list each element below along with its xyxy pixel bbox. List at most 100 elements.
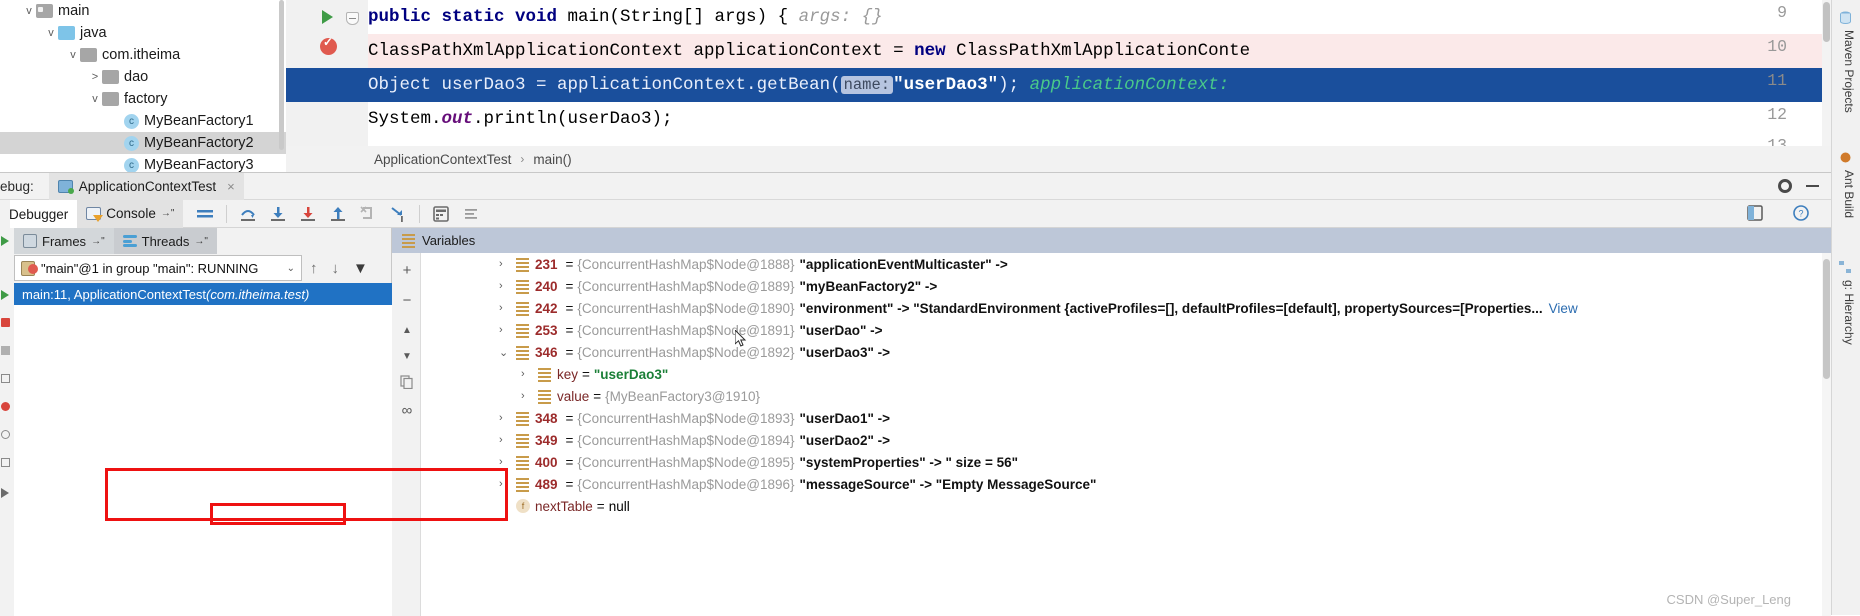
run-configuration-tab[interactable]: ApplicationContextTest × bbox=[48, 172, 244, 200]
variable-row-key[interactable]: › key = "userDao3" bbox=[421, 363, 1831, 385]
tab-maven-projects[interactable]: Maven Projects bbox=[1842, 30, 1856, 113]
tree-item-mybeanfactory1[interactable]: c MyBeanFactory1 bbox=[0, 110, 286, 132]
variable-row-value[interactable]: › value = {MyBeanFactory3@1910} bbox=[421, 385, 1831, 407]
frames-list[interactable] bbox=[14, 305, 392, 616]
tree-item-com-itheima[interactable]: v com.itheima bbox=[0, 44, 286, 66]
chevron-right-icon[interactable]: › bbox=[499, 434, 516, 446]
left-stop-icon[interactable] bbox=[1, 318, 10, 327]
editor-scrollbar[interactable] bbox=[1822, 0, 1831, 146]
arrow-down-icon[interactable]: ↓ bbox=[332, 260, 340, 277]
tab-threads[interactable]: Threads →" bbox=[113, 228, 217, 254]
minimize-icon[interactable] bbox=[1806, 185, 1819, 187]
chevron-down-icon[interactable]: v bbox=[44, 27, 58, 39]
left-resume-icon[interactable] bbox=[1, 290, 9, 300]
code-line-11[interactable]: Object userDao3 = applicationContext.get… bbox=[368, 68, 1229, 102]
project-tree[interactable]: v main v java v com.itheima > dao v fact… bbox=[0, 0, 286, 172]
database-icon[interactable] bbox=[1838, 10, 1853, 25]
evaluate-expression-icon[interactable] bbox=[431, 204, 451, 224]
variable-row-expanded[interactable]: ⌄ 346 = {ConcurrentHashMap$Node@1892} "u… bbox=[421, 341, 1831, 363]
tree-scrollbar[interactable] bbox=[279, 0, 284, 150]
inline-watches-button[interactable]: ∞ bbox=[399, 403, 415, 419]
variables-scrollbar[interactable] bbox=[1822, 253, 1831, 616]
step-out-icon[interactable] bbox=[328, 204, 348, 224]
code-fold-icon[interactable] bbox=[346, 12, 359, 25]
chevron-right-icon[interactable]: > bbox=[88, 71, 102, 83]
variable-row[interactable]: › 348 = {ConcurrentHashMap$Node@1893} "u… bbox=[421, 407, 1831, 429]
force-step-into-icon[interactable] bbox=[298, 204, 318, 224]
move-up-button[interactable]: ▲ bbox=[399, 323, 415, 339]
pin-icon[interactable]: →" bbox=[91, 236, 105, 247]
variable-row[interactable]: › 349 = {ConcurrentHashMap$Node@1894} "u… bbox=[421, 429, 1831, 451]
chevron-down-icon[interactable]: ⌄ bbox=[499, 346, 516, 359]
stack-frame-row[interactable]: main:11, ApplicationContextTest (com.ith… bbox=[14, 283, 392, 305]
tree-item-dao[interactable]: > dao bbox=[0, 66, 286, 88]
close-icon[interactable]: × bbox=[227, 179, 235, 194]
variable-row[interactable]: › 242 = {ConcurrentHashMap$Node@1890} "e… bbox=[421, 297, 1831, 319]
chevron-right-icon[interactable]: › bbox=[499, 324, 516, 336]
code-line-12[interactable]: System.out.println(userDao3); bbox=[368, 102, 673, 136]
move-down-button[interactable]: ▼ bbox=[399, 349, 415, 365]
code-editor[interactable]: 9 10 11 12 13 public static void main(St… bbox=[286, 0, 1831, 146]
breadcrumb-item-method[interactable]: main() bbox=[533, 152, 571, 167]
left-breakpoint-icon[interactable] bbox=[1, 402, 10, 411]
breadcrumb-item-class[interactable]: ApplicationContextTest bbox=[374, 152, 511, 167]
left-frame-icon[interactable] bbox=[1, 374, 10, 383]
run-to-cursor-icon[interactable] bbox=[388, 204, 408, 224]
left-pause-icon[interactable] bbox=[1, 346, 10, 355]
variable-row[interactable]: › 400 = {ConcurrentHashMap$Node@1895} "s… bbox=[421, 451, 1831, 473]
chevron-down-icon[interactable]: ⌄ bbox=[287, 263, 295, 274]
arrow-up-icon[interactable]: ↑ bbox=[310, 260, 318, 277]
tab-debugger[interactable]: Debugger bbox=[0, 199, 78, 228]
add-watch-button[interactable]: + bbox=[399, 263, 415, 279]
tab-console[interactable]: Console →" bbox=[77, 199, 184, 228]
left-mute-icon[interactable] bbox=[1, 430, 10, 439]
variable-row[interactable]: › 240 = {ConcurrentHashMap$Node@1889} "m… bbox=[421, 275, 1831, 297]
code-line-10[interactable]: ClassPathXmlApplicationContext applicati… bbox=[368, 34, 1250, 68]
pin-icon[interactable]: →" bbox=[194, 236, 208, 247]
tab-frames[interactable]: Frames →" bbox=[14, 228, 114, 254]
code-line-9[interactable]: public static void main(String[] args) {… bbox=[368, 0, 883, 34]
thread-selector[interactable]: "main"@1 in group "main": RUNNING ⌄ bbox=[14, 255, 302, 281]
help-icon[interactable]: ? bbox=[1792, 204, 1812, 224]
pin-icon[interactable]: →" bbox=[161, 208, 175, 219]
tab-hierarchy[interactable]: g: Hierarchy bbox=[1842, 280, 1856, 345]
tree-item-mybeanfactory3[interactable]: c MyBeanFactory3 bbox=[0, 154, 286, 172]
chevron-right-icon[interactable]: › bbox=[499, 456, 516, 468]
left-run-icon[interactable] bbox=[1, 236, 9, 246]
variable-row[interactable]: › 231 = {ConcurrentHashMap$Node@1888} "a… bbox=[421, 253, 1831, 275]
tree-item-java[interactable]: v java bbox=[0, 22, 286, 44]
variables-list[interactable]: › 231 = {ConcurrentHashMap$Node@1888} "a… bbox=[421, 253, 1831, 616]
variable-row[interactable]: › 489 = {ConcurrentHashMap$Node@1896} "m… bbox=[421, 473, 1831, 495]
chevron-down-icon[interactable]: v bbox=[66, 49, 80, 61]
chevron-right-icon[interactable]: › bbox=[521, 368, 538, 380]
chevron-right-icon[interactable]: › bbox=[499, 412, 516, 424]
chevron-right-icon[interactable]: › bbox=[499, 478, 516, 490]
chevron-right-icon[interactable]: › bbox=[499, 258, 516, 270]
chevron-down-icon[interactable]: v bbox=[22, 5, 36, 17]
hierarchy-icon[interactable] bbox=[1838, 260, 1853, 275]
mute-breakpoints-icon[interactable] bbox=[195, 204, 215, 224]
gear-icon[interactable] bbox=[1778, 179, 1792, 193]
drop-frame-icon[interactable] bbox=[358, 204, 378, 224]
step-over-icon[interactable] bbox=[238, 204, 258, 224]
chevron-right-icon[interactable]: › bbox=[521, 390, 538, 402]
left-play-icon[interactable] bbox=[1, 488, 9, 498]
remove-watch-button[interactable]: − bbox=[399, 293, 415, 309]
tree-item-mybeanfactory2[interactable]: c MyBeanFactory2 bbox=[0, 132, 286, 154]
step-into-icon[interactable] bbox=[268, 204, 288, 224]
layout-icon[interactable] bbox=[1746, 204, 1766, 224]
variable-row[interactable]: › 253 = {ConcurrentHashMap$Node@1891} "u… bbox=[421, 319, 1831, 341]
chevron-down-icon[interactable]: v bbox=[88, 93, 102, 105]
tree-item-factory[interactable]: v factory bbox=[0, 88, 286, 110]
tree-item-main[interactable]: v main bbox=[0, 0, 286, 22]
copy-icon[interactable] bbox=[399, 375, 415, 391]
left-evaluate-icon[interactable] bbox=[1, 458, 10, 467]
chevron-right-icon[interactable]: › bbox=[499, 302, 516, 314]
ant-icon[interactable] bbox=[1838, 150, 1853, 165]
breadcrumb[interactable]: ApplicationContextTest › main() bbox=[286, 146, 1831, 172]
filter-icon[interactable]: ▼ bbox=[353, 260, 368, 277]
settings-list-icon[interactable] bbox=[461, 204, 481, 224]
breakpoint-icon[interactable] bbox=[320, 35, 337, 55]
view-link[interactable]: View bbox=[1549, 301, 1578, 316]
tab-ant-build[interactable]: Ant Build bbox=[1842, 170, 1856, 218]
